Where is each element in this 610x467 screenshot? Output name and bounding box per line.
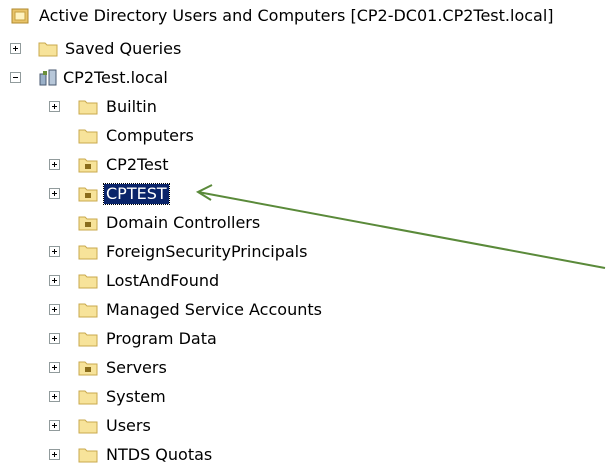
- tree-node-users[interactable]: Users: [0, 414, 360, 438]
- tree-node-servers[interactable]: Servers: [0, 356, 360, 380]
- domain-icon: [39, 69, 57, 86]
- expand-toggle[interactable]: [49, 391, 60, 402]
- tree-node-builtin[interactable]: Builtin: [0, 95, 360, 119]
- collapse-toggle[interactable]: [10, 72, 21, 83]
- ou-icon: [78, 187, 98, 202]
- tree-node-domain-controllers[interactable]: Domain Controllers: [0, 211, 360, 235]
- tree-label: Builtin: [106, 97, 157, 116]
- folder-icon: [78, 274, 98, 289]
- folder-icon: [38, 42, 58, 57]
- folder-icon: [78, 245, 98, 260]
- ou-icon: [78, 158, 98, 173]
- expand-toggle[interactable]: [49, 420, 60, 431]
- folder-icon: [78, 419, 98, 434]
- expand-toggle[interactable]: [49, 188, 60, 199]
- tree-node-system[interactable]: System: [0, 385, 360, 409]
- tree-label: Users: [106, 416, 151, 435]
- folder-icon: [78, 129, 98, 144]
- expand-toggle[interactable]: [49, 304, 60, 315]
- tree-node-computers[interactable]: Computers: [0, 124, 360, 148]
- tree-label: System: [106, 387, 166, 406]
- ou-icon: [78, 216, 98, 231]
- tree-label: Saved Queries: [65, 39, 182, 58]
- tree-label: NTDS Quotas: [106, 445, 213, 464]
- expand-toggle[interactable]: [49, 362, 60, 373]
- tree-node-domain[interactable]: CP2Test.local: [0, 66, 300, 90]
- console-tree: Active Directory Users and Computers [CP…: [0, 0, 610, 467]
- tree-label: Computers: [106, 126, 194, 145]
- expand-toggle[interactable]: [49, 449, 60, 460]
- folder-icon: [78, 303, 98, 318]
- tree-label: Managed Service Accounts: [106, 300, 322, 319]
- tree-label: Servers: [106, 358, 167, 377]
- expand-toggle[interactable]: [49, 333, 60, 344]
- expand-toggle[interactable]: [49, 275, 60, 286]
- folder-icon: [78, 448, 98, 463]
- tree-node-ntds-quotas[interactable]: NTDS Quotas: [0, 443, 360, 467]
- ou-icon: [78, 361, 98, 376]
- tree-node-program-data[interactable]: Program Data: [0, 327, 360, 351]
- expand-toggle[interactable]: [49, 246, 60, 257]
- tree-node-cptest[interactable]: CPTEST: [0, 182, 360, 206]
- expand-toggle[interactable]: [49, 101, 60, 112]
- tree-label: ForeignSecurityPrincipals: [106, 242, 308, 261]
- tree-label: Program Data: [106, 329, 217, 348]
- folder-icon: [78, 100, 98, 115]
- folder-icon: [78, 332, 98, 347]
- expand-toggle[interactable]: [10, 43, 21, 54]
- tree-node-cp2test[interactable]: CP2Test: [0, 153, 360, 177]
- expand-toggle[interactable]: [49, 159, 60, 170]
- tree-label: LostAndFound: [106, 271, 220, 290]
- tree-label: CP2Test.local: [63, 68, 168, 87]
- tree-node-managed-service-accounts[interactable]: Managed Service Accounts: [0, 298, 360, 322]
- tree-label: Active Directory Users and Computers [CP…: [39, 6, 554, 25]
- tree-node-root[interactable]: Active Directory Users and Computers [CP…: [0, 4, 610, 28]
- tree-node-saved-queries[interactable]: Saved Queries: [0, 37, 300, 61]
- tree-label: CP2Test: [106, 155, 169, 174]
- tree-label-selected: CPTEST: [103, 183, 170, 205]
- ad-console-icon: [11, 8, 29, 24]
- tree-node-lost-and-found[interactable]: LostAndFound: [0, 269, 360, 293]
- folder-icon: [78, 390, 98, 405]
- tree-label: Domain Controllers: [106, 213, 261, 232]
- tree-node-foreign-security-principals[interactable]: ForeignSecurityPrincipals: [0, 240, 360, 264]
